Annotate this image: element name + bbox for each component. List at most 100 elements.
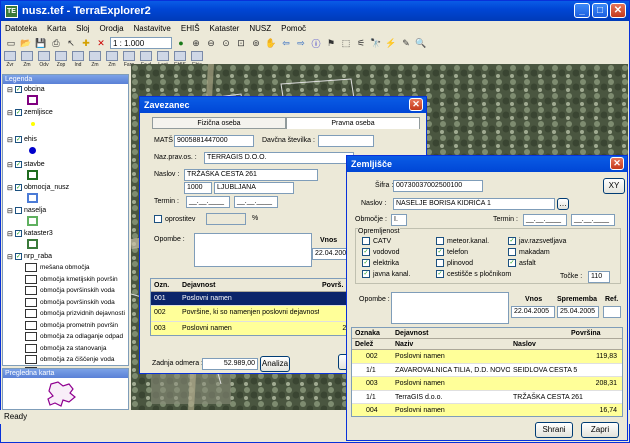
zoom-extent-icon[interactable]: ⊙ xyxy=(220,37,232,49)
edit-icon[interactable]: ✎ xyxy=(400,37,412,49)
checkbox-box[interactable] xyxy=(436,237,444,245)
naziv-field[interactable]: TERRAGIS D.O.O. xyxy=(204,152,354,164)
checkbox-box[interactable]: ✓ xyxy=(508,259,516,267)
matst-field[interactable]: 9005881447000 xyxy=(174,135,254,147)
opremljenost-checkbox[interactable]: CATV xyxy=(362,237,391,245)
opremljenost-checkbox[interactable]: ✓ vodovod xyxy=(362,248,399,256)
zoom-out-icon[interactable]: ⊖ xyxy=(205,37,217,49)
expand-icon[interactable]: ⊟ xyxy=(7,161,13,169)
davcna-field[interactable] xyxy=(318,135,374,147)
tab-fizicna-oseba[interactable]: Fizična oseba xyxy=(152,117,286,129)
layer-checkbox[interactable]: ✓ xyxy=(15,184,22,191)
identify-icon[interactable]: ⚑ xyxy=(325,37,337,49)
table-row[interactable]: 004 Poslovni namen 16,74 xyxy=(352,404,622,416)
zoom-scale-select[interactable]: 1 : 1.000 xyxy=(110,37,172,49)
table-row[interactable]: 003 Poslovni namen 208,31 xyxy=(352,377,622,391)
termin-to-field[interactable]: __.__.____ xyxy=(234,196,278,208)
tocke-field[interactable]: 110 xyxy=(588,271,610,283)
checkbox-box[interactable] xyxy=(436,259,444,267)
expand-icon[interactable]: ⊟ xyxy=(7,136,13,144)
menu-item-2[interactable]: Sloj xyxy=(76,24,89,33)
menu-item-5[interactable]: EHIŠ xyxy=(181,24,200,33)
legend-layer[interactable]: ⊟ ✓ obcina xyxy=(3,84,128,95)
opremljenost-checkbox[interactable]: ✓ telefon xyxy=(436,248,468,256)
legend-layer[interactable]: ⊟ ✓ stavbe xyxy=(3,159,128,170)
expand-icon[interactable]: ⊟ xyxy=(7,109,13,117)
naslov-field[interactable]: TRŽAŠKA CESTA 261 xyxy=(184,169,318,181)
zoom-layer-icon[interactable]: ⊚ xyxy=(250,37,262,49)
table-row[interactable]: 002 Površine, ki so namenjen poslovni dej… xyxy=(151,306,359,322)
menu-item-8[interactable]: Pomoč xyxy=(281,24,306,33)
checkbox-box[interactable]: ✓ xyxy=(362,259,370,267)
legend-layer[interactable]: ⊟ ✓ zemljisce xyxy=(3,107,128,118)
tool-button-1[interactable]: Zm xyxy=(20,51,34,68)
layer-checkbox[interactable]: ✓ xyxy=(15,230,22,237)
zavezanec-close-button[interactable]: ✕ xyxy=(409,98,423,111)
xy-button[interactable]: XY xyxy=(603,178,625,194)
layer-checkbox[interactable] xyxy=(15,207,22,214)
opremljenost-checkbox[interactable]: meteor.kanal. xyxy=(436,237,489,245)
legend-layer[interactable]: ⊟ ✓ nrp_raba xyxy=(3,251,128,262)
opremljenost-checkbox[interactable]: ✓ javna kanal. xyxy=(362,270,410,278)
zapri-button[interactable]: Zapri xyxy=(581,422,619,438)
tool-button-3[interactable]: Zop xyxy=(54,51,68,68)
minimize-button[interactable]: _ xyxy=(574,3,590,18)
forward-icon[interactable]: ⇨ xyxy=(295,37,307,49)
termin-from-field[interactable]: __.__.____ xyxy=(186,196,230,208)
opremljenost-checkbox[interactable]: ✓ cestišče s pločnikom xyxy=(436,270,511,278)
zoom-window-icon[interactable]: ⊡ xyxy=(235,37,247,49)
opremljenost-checkbox[interactable]: ✓ asfalt xyxy=(508,259,536,267)
pan-icon[interactable]: ✋ xyxy=(265,37,277,49)
expand-icon[interactable]: ⊟ xyxy=(7,86,13,94)
maximize-button[interactable]: □ xyxy=(592,3,608,18)
table-row[interactable]: 001Poslovni namen53, xyxy=(151,292,359,306)
menu-item-0[interactable]: Datoteka xyxy=(5,24,37,33)
find-icon[interactable]: 🔍 xyxy=(415,37,427,49)
tool-button-0[interactable]: Zvr xyxy=(3,51,17,68)
opremljenost-checkbox[interactable]: ✓ elektrika xyxy=(362,259,399,267)
tool-button-6[interactable]: Zm xyxy=(105,51,119,68)
naslov-browse-button[interactable]: … xyxy=(557,198,569,210)
checkbox-box[interactable] xyxy=(508,248,516,256)
layer-checkbox[interactable]: ✓ xyxy=(15,136,22,143)
menu-item-1[interactable]: Karta xyxy=(47,24,66,33)
menu-item-6[interactable]: Kataster xyxy=(210,24,240,33)
binoculars-icon[interactable]: 🔭 xyxy=(370,37,382,49)
checkbox-box[interactable] xyxy=(362,237,370,245)
tool-button-2[interactable]: Odv xyxy=(37,51,51,68)
table-row[interactable]: 1/1 TerraGIS d.o.o. TRŽAŠKA CESTA 261 xyxy=(352,391,622,404)
legend-layer[interactable]: ⊟ naselja xyxy=(3,205,128,216)
checkbox-box[interactable]: ✓ xyxy=(508,237,516,245)
checkbox-box[interactable]: ✓ xyxy=(362,248,370,256)
opombe-field[interactable] xyxy=(194,233,312,267)
zem-naslov-field[interactable]: NASELJE BORISA KIDRIČA 1 xyxy=(393,198,555,210)
menu-item-7[interactable]: NUSZ xyxy=(249,24,271,33)
legend-layer[interactable]: ⊟ ✓ obmocja_nusz xyxy=(3,182,128,193)
opremljenost-checkbox[interactable]: plinovod xyxy=(436,259,473,267)
zem-opombe-field[interactable] xyxy=(391,292,509,324)
delete-icon[interactable]: ✕ xyxy=(95,37,107,49)
analiza-button[interactable]: Analiza xyxy=(260,356,290,372)
print-icon[interactable]: ⎙ xyxy=(50,37,62,49)
layer-checkbox[interactable]: ✓ xyxy=(15,109,22,116)
opremljenost-checkbox[interactable]: makadam xyxy=(508,248,550,256)
oprostitev-checkbox[interactable]: oprostitev xyxy=(154,215,195,223)
close-button[interactable]: ✕ xyxy=(610,3,626,18)
expand-icon[interactable]: ⊟ xyxy=(7,184,13,192)
legend-layer[interactable]: ⊟ ✓ kataster3 xyxy=(3,228,128,239)
globe-icon[interactable]: ● xyxy=(175,37,187,49)
expand-icon[interactable]: ⊟ xyxy=(7,253,13,261)
open-icon[interactable]: 📂 xyxy=(20,37,32,49)
layer-checkbox[interactable]: ✓ xyxy=(15,86,22,93)
sifra-field[interactable]: 00730037002500100 xyxy=(393,180,483,192)
table-row[interactable]: 1/1 ZAVAROVALNICA TILIA, D.D. NOVO MESSEI… xyxy=(352,364,622,377)
opremljenost-checkbox[interactable]: ✓ jav.razsvetljava xyxy=(508,237,566,245)
select-icon[interactable]: ⬚ xyxy=(340,37,352,49)
zemljisce-close-button[interactable]: ✕ xyxy=(610,157,624,170)
posta-field[interactable]: 1000 xyxy=(184,182,212,194)
menu-item-3[interactable]: Orodja xyxy=(100,24,124,33)
expand-icon[interactable]: ⊟ xyxy=(7,207,13,215)
zoom-in-icon[interactable]: ⊕ xyxy=(190,37,202,49)
obmocje-field[interactable]: I. xyxy=(391,214,407,226)
table-row[interactable]: 002 Poslovni namen 119,83 xyxy=(352,350,622,364)
